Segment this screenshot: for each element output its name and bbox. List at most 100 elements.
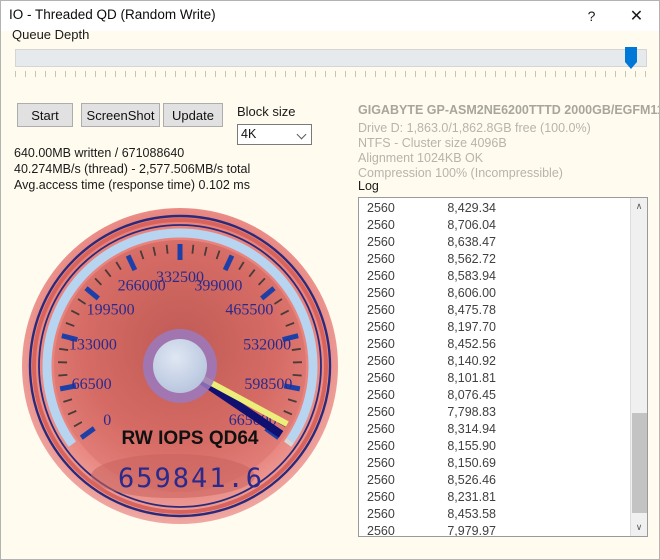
slider-tick xyxy=(355,71,356,77)
scroll-down-icon[interactable]: ∨ xyxy=(631,519,647,536)
slider-tick xyxy=(425,71,426,77)
log-row-value: 8,606.00 xyxy=(447,286,496,300)
log-row[interactable]: 2560 8,453.58 xyxy=(359,506,631,523)
slider-tick xyxy=(215,71,216,77)
slider-tick xyxy=(195,71,196,77)
help-icon[interactable]: ? xyxy=(569,1,614,31)
slider-tick xyxy=(635,71,636,77)
log-row[interactable]: 2560 8,314.94 xyxy=(359,421,631,438)
log-row-qd: 2560 xyxy=(367,286,395,300)
log-row-qd: 2560 xyxy=(367,405,395,419)
log-row[interactable]: 2560 8,231.81 xyxy=(359,489,631,506)
log-row-qd: 2560 xyxy=(367,201,395,215)
log-row-qd: 2560 xyxy=(367,507,395,521)
stats-access-time: Avg.access time (response time) 0.102 ms xyxy=(14,178,250,192)
slider-tick xyxy=(165,71,166,77)
log-rows-container: 2560 8,429.34 2560 8,706.04 2560 8,638.47 2560… xyxy=(359,200,631,537)
log-row-qd: 2560 xyxy=(367,422,395,436)
block-size-value: 4K xyxy=(241,127,257,141)
log-row[interactable]: 2560 8,638.47 xyxy=(359,234,631,251)
slider-tick xyxy=(95,71,96,77)
log-row[interactable]: 2560 8,197.70 xyxy=(359,319,631,336)
io-benchmark-window: IO - Threaded QD (Random Write) ? ✕ Queu… xyxy=(0,0,660,560)
log-row-qd: 2560 xyxy=(367,337,395,351)
slider-tick xyxy=(385,71,386,77)
log-row[interactable]: 2560 8,155.90 xyxy=(359,438,631,455)
slider-tick xyxy=(325,71,326,77)
log-row-value: 8,452.56 xyxy=(447,337,496,351)
drive-capacity: Drive D: 1,863.0/1,862.8GB free (100.0%) xyxy=(358,121,591,135)
gauge-tick-minor xyxy=(59,347,69,351)
slider-tick xyxy=(405,71,406,77)
queue-depth-slider-ticks xyxy=(15,71,647,78)
slider-tick xyxy=(155,71,156,77)
log-row-value: 8,706.04 xyxy=(447,218,496,232)
log-row-value: 8,231.81 xyxy=(447,490,496,504)
log-row[interactable]: 2560 8,562.72 xyxy=(359,251,631,268)
log-list[interactable]: 2560 8,429.34 2560 8,706.04 2560 8,638.47 2560… xyxy=(358,197,648,537)
scroll-up-icon[interactable]: ∧ xyxy=(631,198,647,215)
log-row[interactable]: 2560 8,475.78 xyxy=(359,302,631,319)
slider-tick xyxy=(315,71,316,77)
log-row-value: 8,197.70 xyxy=(447,320,496,334)
slider-tick xyxy=(565,71,566,77)
log-row[interactable]: 2560 8,706.04 xyxy=(359,217,631,234)
gauge-tick-minor xyxy=(291,347,301,351)
log-row[interactable]: 2560 8,452.56 xyxy=(359,336,631,353)
block-size-select[interactable]: 4K xyxy=(237,124,312,145)
slider-tick xyxy=(205,71,206,77)
log-scrollbar[interactable]: ∧ ∨ xyxy=(630,198,647,536)
log-row[interactable]: 2560 8,429.34 xyxy=(359,200,631,217)
drive-alignment: Alignment 1024KB OK xyxy=(358,151,484,165)
slider-tick xyxy=(395,71,396,77)
gauge-tick-minor xyxy=(165,244,169,254)
start-button[interactable]: Start xyxy=(17,103,73,127)
slider-tick xyxy=(55,71,56,77)
slider-tick xyxy=(575,71,576,77)
close-icon[interactable]: ✕ xyxy=(614,1,659,31)
slider-tick xyxy=(255,71,256,77)
log-row-qd: 2560 xyxy=(367,456,395,470)
log-row-value: 8,583.94 xyxy=(447,269,496,283)
gauge-readout-plate xyxy=(91,454,255,498)
log-row[interactable]: 2560 8,101.81 xyxy=(359,370,631,387)
gauge-tick-label: 465500 xyxy=(225,302,273,319)
log-row-value: 8,526.46 xyxy=(447,473,496,487)
update-button[interactable]: Update xyxy=(163,103,223,127)
log-row[interactable]: 2560 8,076.45 xyxy=(359,387,631,404)
log-row-value: 7,798.83 xyxy=(447,405,496,419)
log-row[interactable]: 2560 8,150.69 xyxy=(359,455,631,472)
slider-tick xyxy=(265,71,266,77)
slider-tick xyxy=(125,71,126,77)
log-row-value: 8,140.92 xyxy=(447,354,496,368)
scrollbar-thumb[interactable] xyxy=(632,413,647,513)
log-row[interactable]: 2560 8,583.94 xyxy=(359,268,631,285)
log-row[interactable]: 2560 8,606.00 xyxy=(359,285,631,302)
iops-gauge: 0 66500 133000 199500 266000 332500 399000 4655… xyxy=(15,201,345,541)
slider-tick xyxy=(365,71,366,77)
log-row[interactable]: 2560 7,798.83 xyxy=(359,404,631,421)
log-row-value: 8,155.90 xyxy=(447,439,496,453)
log-row-value: 7,979.97 xyxy=(447,524,496,537)
log-row-value: 8,475.78 xyxy=(447,303,496,317)
gauge-tick-label: 0 xyxy=(103,412,111,429)
slider-tick xyxy=(85,71,86,77)
gauge-tick-label: 399000 xyxy=(194,278,242,295)
slider-tick xyxy=(445,71,446,77)
slider-tick xyxy=(25,71,26,77)
slider-tick xyxy=(435,71,436,77)
gauge-tick-minor xyxy=(292,373,302,377)
screenshot-button[interactable]: ScreenShot xyxy=(81,103,160,127)
queue-depth-slider-track[interactable] xyxy=(15,49,647,67)
log-row-value: 8,562.72 xyxy=(447,252,496,266)
slider-tick xyxy=(485,71,486,77)
log-row-qd: 2560 xyxy=(367,303,395,317)
log-row-qd: 2560 xyxy=(367,388,395,402)
log-row[interactable]: 2560 7,979.97 xyxy=(359,523,631,537)
slider-tick xyxy=(535,71,536,77)
slider-tick xyxy=(625,71,626,77)
log-row[interactable]: 2560 8,140.92 xyxy=(359,353,631,370)
slider-tick xyxy=(65,71,66,77)
log-row-qd: 2560 xyxy=(367,269,395,283)
log-row[interactable]: 2560 8,526.46 xyxy=(359,472,631,489)
